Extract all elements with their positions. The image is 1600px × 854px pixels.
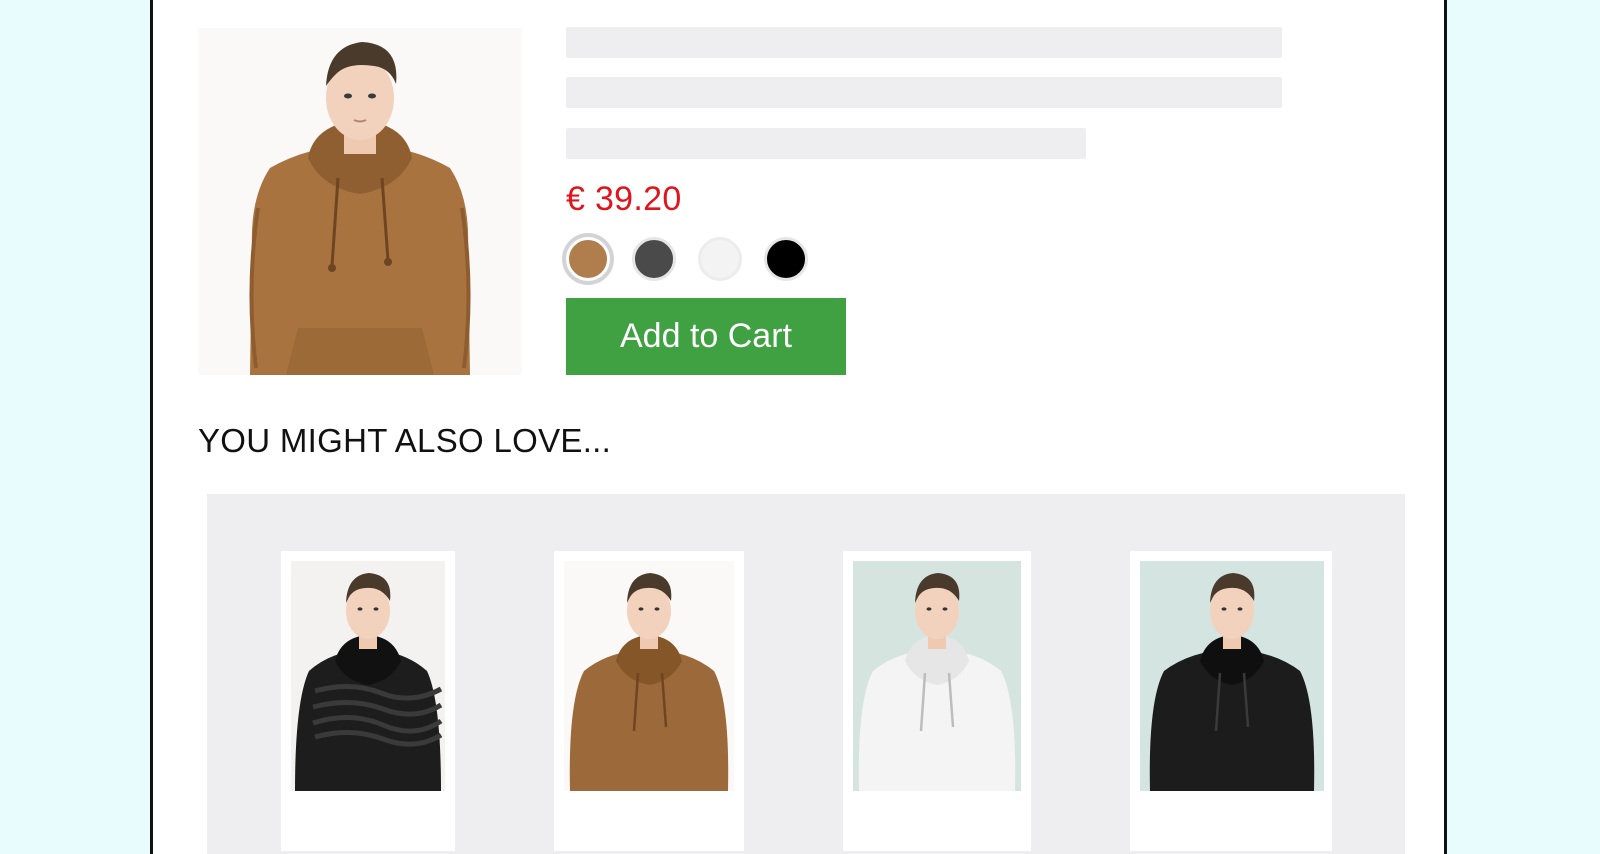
subtitle-placeholder bbox=[566, 77, 1282, 108]
recommendations-title: YOU MIGHT ALSO LOVE... bbox=[198, 422, 612, 459]
color-swatches bbox=[566, 237, 808, 281]
recommendation-image bbox=[853, 561, 1021, 791]
hoodie-model-illustration bbox=[1149, 573, 1315, 791]
product-image[interactable] bbox=[198, 28, 522, 375]
description-placeholder bbox=[566, 128, 1086, 159]
hoodie-model-illustration bbox=[569, 573, 729, 791]
swatch-brown[interactable] bbox=[566, 237, 610, 281]
recommendation-image bbox=[564, 561, 734, 791]
hoodie-model-illustration bbox=[249, 42, 471, 375]
recommendation-image bbox=[1140, 561, 1324, 791]
hoodie-model-illustration bbox=[295, 573, 443, 791]
hoodie-model-illustration bbox=[858, 573, 1016, 791]
product-price: € 39.20 bbox=[566, 180, 682, 218]
recommendation-image bbox=[291, 561, 445, 791]
swatch-white[interactable] bbox=[698, 237, 742, 281]
recommendation-card-2[interactable] bbox=[554, 551, 744, 851]
swatch-black[interactable] bbox=[764, 237, 808, 281]
swatch-dark-gray[interactable] bbox=[632, 237, 676, 281]
title-placeholder bbox=[566, 27, 1282, 58]
add-to-cart-button[interactable]: Add to Cart bbox=[566, 298, 846, 375]
recommendation-card-1[interactable] bbox=[281, 551, 455, 851]
recommendation-card-4[interactable] bbox=[1130, 551, 1332, 851]
recommendation-card-3[interactable] bbox=[843, 551, 1031, 851]
